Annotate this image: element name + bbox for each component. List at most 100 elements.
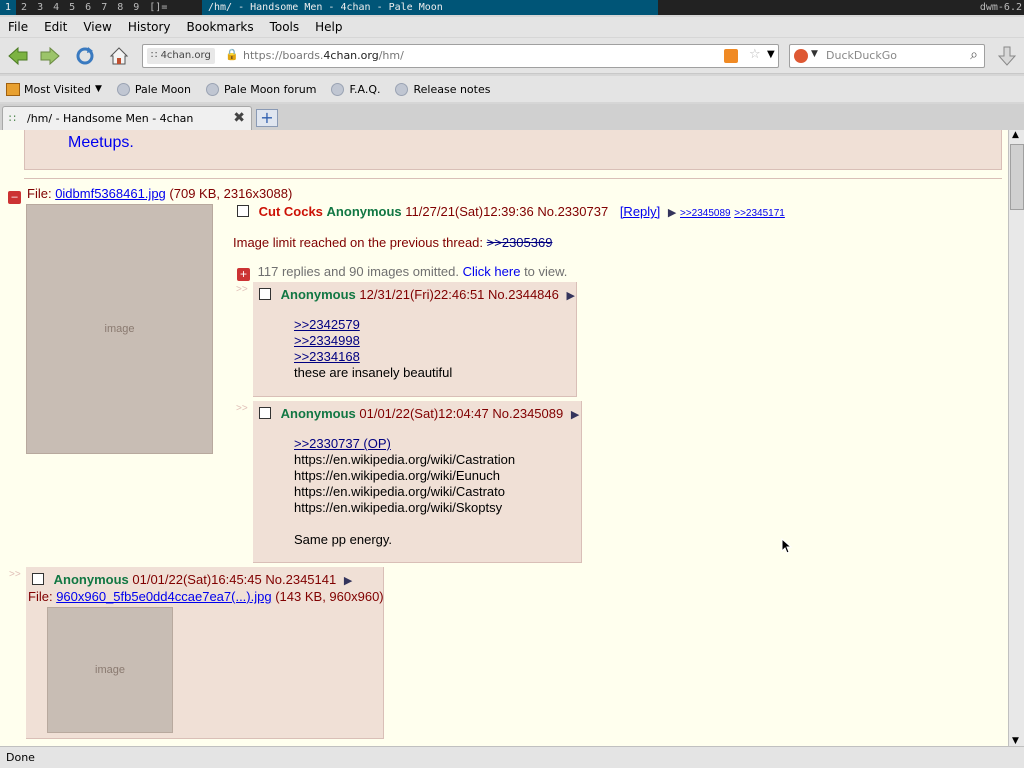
reply-select-checkbox[interactable]: [259, 288, 271, 300]
wm-tag-3[interactable]: 3: [32, 0, 48, 15]
globe-icon: [206, 82, 219, 96]
wm-tag-7[interactable]: 7: [96, 0, 112, 15]
reply-image-thumbnail[interactable]: image: [47, 607, 173, 733]
op-image-thumbnail[interactable]: image: [26, 204, 213, 454]
menu-edit[interactable]: Edit: [36, 20, 75, 34]
site-identity-badge[interactable]: ∷ 4chan.org: [147, 48, 215, 64]
bookmarks-toolbar: Most Visited ▼ Pale Moon Pale Moon forum…: [0, 76, 1024, 102]
globe-icon: [395, 82, 409, 96]
reply-post-number[interactable]: No.2345141: [265, 572, 336, 587]
menu-bookmarks[interactable]: Bookmarks: [179, 20, 262, 34]
navigation-toolbar: ∷ 4chan.org 🔒 https://boards.4chan.org/h…: [0, 38, 1024, 74]
hide-thread-icon[interactable]: –: [8, 191, 21, 204]
new-tab-button[interactable]: +: [256, 109, 278, 127]
expand-thread-icon[interactable]: +: [237, 268, 250, 281]
lock-icon: 🔒: [225, 48, 239, 61]
dead-quote-link[interactable]: >>2305369: [487, 235, 553, 250]
rss-feed-icon[interactable]: [724, 49, 738, 63]
post-menu-arrow-icon[interactable]: ▶: [567, 290, 575, 302]
quote-link[interactable]: >>2330737 (OP): [294, 436, 391, 451]
wm-tag-9[interactable]: 9: [128, 0, 144, 15]
wm-status: dwm-6.2: [979, 2, 1022, 13]
reply-post: Anonymous 12/31/21(Fri)22:46:51 No.23448…: [253, 282, 577, 397]
reply-post-number[interactable]: No.2345089: [492, 406, 563, 421]
quote-link[interactable]: >>2342579: [294, 317, 360, 332]
reload-button[interactable]: [72, 43, 98, 69]
op-reply-link[interactable]: [Reply]: [620, 204, 660, 219]
op-file-link[interactable]: 0idbmf5368461.jpg: [55, 186, 166, 201]
wm-tag-8[interactable]: 8: [112, 0, 128, 15]
post-menu-arrow-icon[interactable]: ▶: [344, 575, 352, 587]
wm-bar: 1 2 3 4 5 6 7 8 9 []= /hm/ - Handsome Men - 4chan…: [0, 0, 1024, 15]
wm-tag-4[interactable]: 4: [48, 0, 64, 15]
menu-view[interactable]: View: [75, 20, 119, 34]
folder-icon: [6, 82, 20, 96]
bookmark-faq[interactable]: F.A.Q.: [331, 82, 380, 96]
home-button[interactable]: [106, 43, 132, 69]
scroll-down-icon[interactable]: ▼: [1012, 736, 1019, 746]
scroll-up-icon[interactable]: ▲: [1012, 130, 1019, 140]
reply-side-arrows: >>: [236, 284, 248, 295]
close-tab-icon[interactable]: ✖: [233, 110, 245, 126]
tab-strip: ∷ /hm/ - Handsome Men - 4chan ✖ +: [0, 104, 1024, 130]
url-bar[interactable]: ∷ 4chan.org 🔒 https://boards.4chan.org/h…: [142, 44, 779, 68]
reply-post: Anonymous 01/01/22(Sat)16:45:45 No.23451…: [26, 567, 384, 739]
reply-header: Anonymous 01/01/22(Sat)12:04:47 No.23450…: [259, 406, 579, 421]
post-menu-arrow-icon[interactable]: ▶: [668, 207, 676, 219]
url-dropdown-icon[interactable]: ▼: [767, 49, 775, 60]
bookmark-star-icon[interactable]: ☆: [749, 47, 761, 62]
reply-select-checkbox[interactable]: [32, 573, 44, 585]
op-backlink[interactable]: >>2345171: [734, 208, 785, 219]
reply-side-arrows: >>: [9, 569, 21, 580]
reply-file-info: File: 960x960_5fb5e0dd4ccae7ea7(...).jpg…: [28, 589, 384, 604]
op-select-checkbox[interactable]: [237, 205, 249, 217]
post-menu-arrow-icon[interactable]: ▶: [571, 409, 579, 421]
wm-tag-6[interactable]: 6: [80, 0, 96, 15]
reply-message: >>2342579 >>2334998 >>2334168 these are …: [294, 317, 453, 380]
bookmark-pale-moon-forum[interactable]: Pale Moon forum: [206, 82, 316, 96]
chevron-down-icon: ▼: [94, 84, 102, 94]
omitted-posts: + 117 replies and 90 images omitted. Cli…: [237, 264, 567, 281]
search-engine-dropdown-icon[interactable]: ▼: [811, 49, 818, 59]
reply-post: Anonymous 01/01/22(Sat)12:04:47 No.23450…: [253, 401, 582, 563]
duckduckgo-icon: [794, 49, 808, 63]
back-button[interactable]: [5, 43, 31, 69]
tab-hm-board[interactable]: ∷ /hm/ - Handsome Men - 4chan ✖: [2, 106, 252, 130]
announcement-box: Meetups.: [24, 130, 1002, 170]
page-scrollbar[interactable]: ▲ ▼: [1008, 130, 1024, 746]
search-bar[interactable]: ▼ DuckDuckGo ⌕: [789, 44, 985, 68]
scrollbar-thumb[interactable]: [1010, 144, 1024, 210]
click-here-link[interactable]: Click here: [463, 264, 521, 279]
reply-file-link[interactable]: 960x960_5fb5e0dd4ccae7ea7(...).jpg: [56, 589, 271, 604]
bookmark-pale-moon[interactable]: Pale Moon: [116, 82, 191, 96]
wm-layout[interactable]: []=: [144, 0, 172, 15]
forward-button[interactable]: [37, 43, 63, 69]
wm-window-title: /hm/ - Handsome Men - 4chan - Pale Moon: [202, 0, 658, 15]
menu-help[interactable]: Help: [307, 20, 350, 34]
menu-history[interactable]: History: [120, 20, 179, 34]
mouse-cursor-icon: [781, 538, 793, 554]
op-post-number[interactable]: No.2330737: [537, 204, 608, 219]
op-datetime: 11/27/21(Sat)12:39:36: [405, 204, 534, 219]
downloads-button[interactable]: [994, 43, 1020, 69]
wm-tag-1[interactable]: 1: [0, 0, 17, 15]
globe-icon: [116, 82, 130, 96]
reload-icon: [76, 47, 94, 65]
search-icon[interactable]: ⌕: [970, 47, 978, 63]
wm-tag-2[interactable]: 2: [16, 0, 32, 15]
wm-tag-5[interactable]: 5: [64, 0, 80, 15]
menu-tools[interactable]: Tools: [262, 20, 308, 34]
reply-post-number[interactable]: No.2344846: [488, 287, 559, 302]
op-subject: Cut Cocks: [258, 204, 323, 219]
quote-link[interactable]: >>2334168: [294, 349, 360, 364]
bookmark-release-notes[interactable]: Release notes: [395, 82, 490, 96]
reply-select-checkbox[interactable]: [259, 407, 271, 419]
quote-link[interactable]: >>2334998: [294, 333, 360, 348]
search-input[interactable]: DuckDuckGo: [826, 49, 897, 62]
meetups-link[interactable]: Meetups.: [68, 134, 134, 152]
bookmark-most-visited[interactable]: Most Visited ▼: [6, 82, 102, 96]
reply-message: >>2330737 (OP) https://en.wikipedia.org/…: [294, 436, 516, 547]
op-backlink[interactable]: >>2345089: [680, 208, 731, 219]
menu-file[interactable]: File: [0, 20, 36, 34]
url-text: https://boards.4chan.org/hm/: [243, 49, 404, 62]
